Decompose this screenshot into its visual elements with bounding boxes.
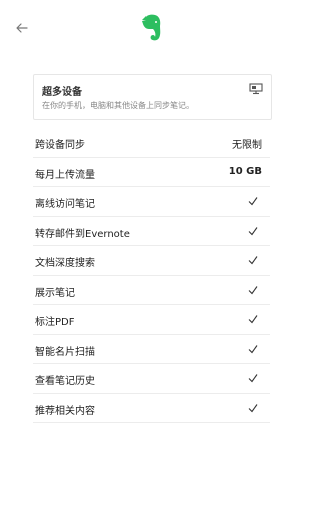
back-button[interactable] (12, 18, 32, 38)
monitor-icon (249, 83, 263, 95)
row-label: 离线访问笔记 (35, 199, 95, 210)
row-upload: 每月上传流量 10 GB (33, 158, 270, 187)
row-label: 智能名片扫描 (35, 346, 95, 358)
feature-card: 超多设备 在你的手机，电脑和其他设备上同步笔记。 (33, 74, 272, 120)
check-icon (248, 344, 258, 353)
check-icon (248, 374, 258, 383)
row-label: 跨设备同步 (35, 140, 85, 151)
check-icon (248, 285, 258, 294)
header (0, 0, 300, 60)
feature-list: 跨设备同步 无限制 每月上传流量 10 GB 离线访问笔记 转存邮件到Evern… (33, 128, 270, 423)
row-related: 推荐相关内容 (33, 394, 270, 423)
row-label: 标注PDF (35, 317, 75, 328)
row-label: 文档深度搜索 (35, 258, 95, 269)
evernote-logo (138, 14, 164, 44)
row-value: 无限制 (232, 140, 262, 151)
check-icon (248, 256, 258, 265)
row-offline: 离线访问笔记 (33, 187, 270, 217)
row-label: 推荐相关内容 (35, 405, 95, 417)
check-icon (248, 226, 258, 235)
check-icon (248, 315, 258, 324)
arrow-left-icon (16, 23, 28, 33)
row-card-scan: 智能名片扫描 (33, 335, 270, 364)
row-history: 查看笔记历史 (33, 364, 270, 394)
row-label: 展示笔记 (35, 287, 75, 299)
feature-subtitle: 在你的手机，电脑和其他设备上同步笔记。 (42, 101, 194, 110)
row-value: 10 GB (228, 165, 262, 177)
row-label: 转存邮件到Evernote (35, 228, 130, 240)
row-sync: 跨设备同步 无限制 (33, 128, 270, 158)
row-search: 文档深度搜索 (33, 246, 270, 276)
row-pdf: 标注PDF (33, 305, 270, 335)
row-email: 转存邮件到Evernote (33, 217, 270, 246)
evernote-elephant-icon (142, 14, 161, 41)
check-icon (248, 197, 258, 206)
row-label: 每月上传流量 (35, 169, 95, 181)
row-label: 查看笔记历史 (35, 376, 95, 387)
check-icon (248, 403, 258, 412)
feature-title: 超多设备 (42, 87, 82, 98)
row-present: 展示笔记 (33, 276, 270, 305)
